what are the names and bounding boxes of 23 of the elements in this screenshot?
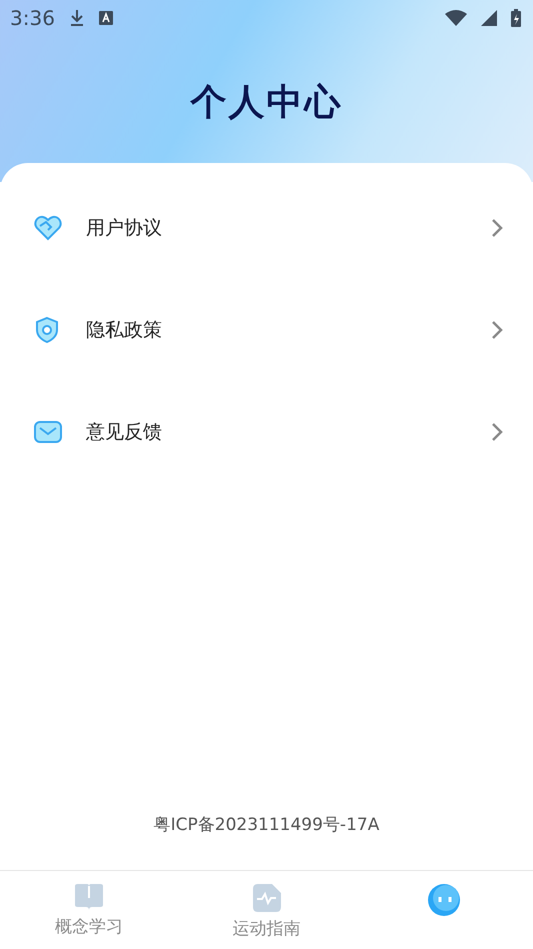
menu-item[interactable]: 意见反馈 [0, 381, 533, 483]
chevron-icon [491, 320, 503, 340]
status-time: 3:36 [10, 6, 55, 30]
shield-icon [34, 316, 60, 344]
download-icon [68, 9, 85, 27]
chevron-icon [491, 422, 503, 442]
signal-icon [481, 10, 497, 26]
menu-label: 意见反馈 [86, 420, 163, 445]
wifi-icon [445, 10, 467, 26]
pulse-icon [252, 883, 282, 913]
profile-icon [427, 883, 462, 917]
mail-icon [34, 421, 62, 443]
menu-label: 隐私政策 [86, 318, 163, 343]
chevron-icon [491, 218, 503, 238]
menu-item[interactable]: 用户协议 [0, 177, 533, 279]
icp-license: 粤ICP备2023111499号-17A [154, 814, 380, 836]
book-icon [72, 883, 105, 911]
menu-label: 用户协议 [86, 216, 163, 241]
battery-icon [511, 9, 521, 27]
menu-item[interactable]: 隐私政策 [0, 279, 533, 381]
page-title: 个人中心 [190, 81, 342, 125]
app-notification-icon [98, 11, 113, 25]
heart-icon [34, 215, 62, 241]
